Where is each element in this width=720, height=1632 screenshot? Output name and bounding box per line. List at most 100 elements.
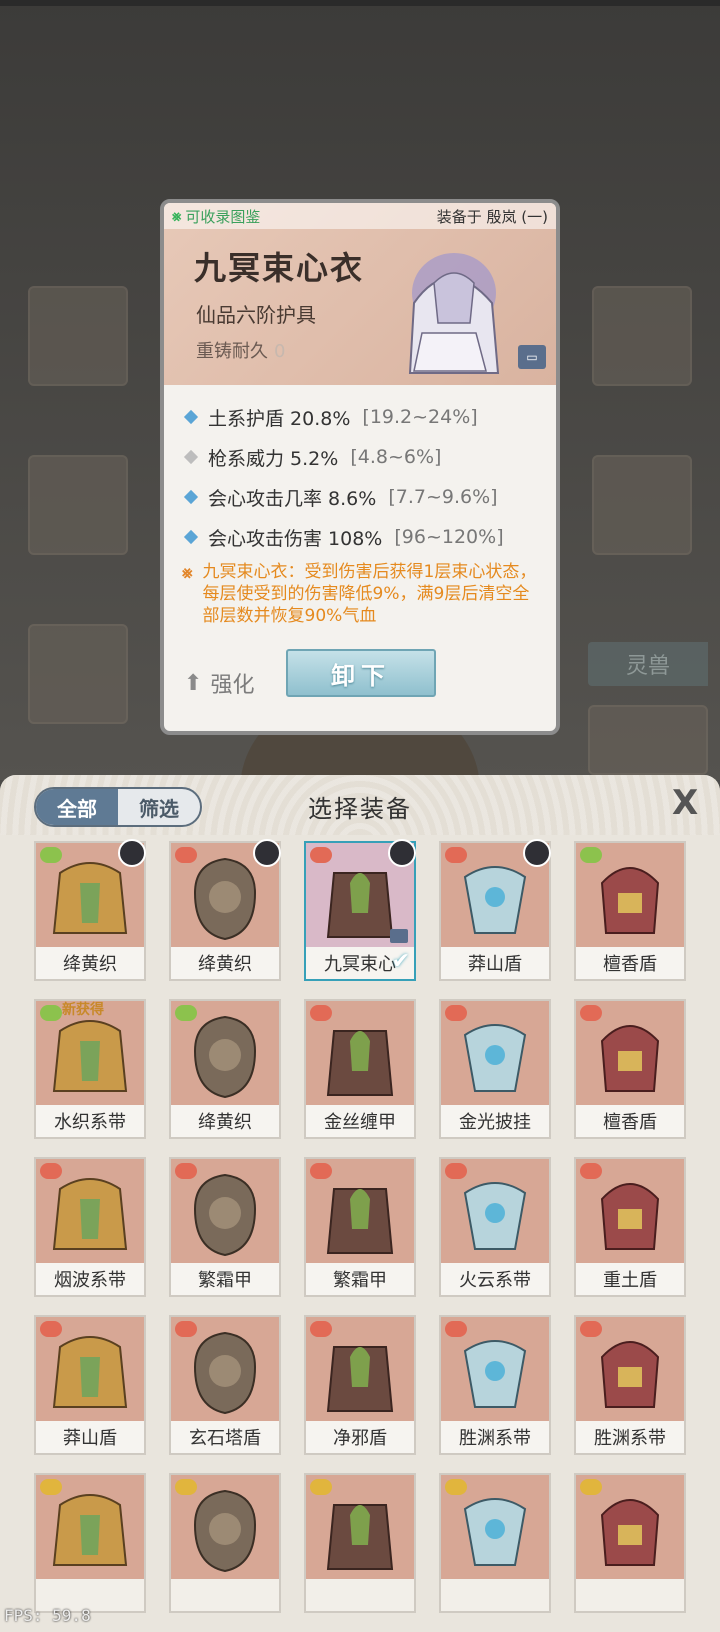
grade-chip-icon (40, 1163, 62, 1179)
equipment-slot[interactable]: 绛黄织 (169, 999, 281, 1139)
stat-range: [7.7~9.6%] (388, 486, 498, 508)
equipment-slot[interactable]: 绛黄织 (169, 839, 281, 981)
collect-label: 可收录图鉴 (185, 207, 261, 226)
equipment-slot[interactable]: 檀香盾 (574, 999, 686, 1139)
collect-icon: ⨳ (172, 207, 182, 225)
equipment-name: 火云系带 (441, 1263, 549, 1295)
stat-row: 会心攻击几率 8.6% [7.7~9.6%] (182, 477, 542, 517)
equipment-name: 胜渊系带 (576, 1421, 684, 1453)
equipment-slot[interactable]: 九冥束心 ✔ (304, 839, 416, 981)
stat-range: [96~120%] (394, 526, 504, 548)
equipment-slot[interactable]: 胜渊系带 (574, 1315, 686, 1455)
equipment-slot[interactable]: 檀香盾 (574, 841, 686, 981)
equipment-slot[interactable]: 金丝缠甲 (304, 999, 416, 1139)
equipment-name: 繁霜甲 (306, 1263, 414, 1295)
equipment-name: 莽山盾 (441, 947, 549, 979)
equipment-name: 胜渊系带 (441, 1421, 549, 1453)
grade-chip-icon (40, 847, 62, 863)
grade-chip-icon (40, 1479, 62, 1495)
new-badge: 新获得 (62, 1002, 104, 1018)
grade-chip-icon (445, 1163, 467, 1179)
grade-chip-icon (445, 1321, 467, 1337)
collectible-indicator: ⨳ 可收录图鉴 (172, 206, 260, 227)
stat-range: [19.2~24%] (362, 406, 478, 428)
close-button[interactable]: X (672, 783, 698, 823)
panel-title: 选择装备 (308, 795, 412, 823)
grade-chip-icon (445, 1479, 467, 1495)
item-detail-popup: ⨳ 可收录图鉴 装备于 殷岚 (一) 九冥束心衣 仙品六阶护具 重铸耐久 0 ▭ … (160, 199, 560, 735)
equipment-name: 金光披挂 (441, 1105, 549, 1137)
special-effect-text: 九冥束心衣：受到伤害后获得1层束心状态，每层使受到的伤害降低9%，满9层后清空全… (202, 562, 537, 626)
reforge-durability: 重铸耐久 0 (196, 337, 285, 363)
reforge-value: 0 (274, 341, 286, 362)
equipment-slot[interactable]: 玄石塔盾 (169, 1315, 281, 1455)
equipment-slot[interactable] (169, 1473, 281, 1613)
equipment-name: 绛黄织 (36, 947, 144, 979)
grade-chip-icon (175, 1321, 197, 1337)
equipment-slot[interactable]: 莽山盾 (34, 1315, 146, 1455)
stat-text: 会心攻击伤害 108% (208, 527, 383, 550)
stat-row: 会心攻击伤害 108% [96~120%] (182, 517, 542, 557)
equipment-slot[interactable]: 重土盾 (574, 1157, 686, 1297)
equipment-slot[interactable]: 火云系带 (439, 1157, 551, 1297)
equipment-slot[interactable]: 绛黄织 (34, 839, 146, 981)
chest-icon (390, 929, 408, 943)
equipment-slot[interactable]: 莽山盾 (439, 839, 551, 981)
equipment-name: 繁霜甲 (171, 1263, 279, 1295)
chest-icon[interactable]: ▭ (518, 345, 546, 369)
reforge-label: 重铸耐久 (196, 341, 268, 362)
equipment-slot[interactable]: 烟波系带 (34, 1157, 146, 1297)
grade-chip-icon (40, 1321, 62, 1337)
equipment-name: 檀香盾 (576, 947, 684, 979)
equipped-character-avatar (523, 839, 551, 867)
grade-chip-icon (580, 1005, 602, 1021)
top-bar (0, 0, 720, 6)
equipment-slot[interactable]: 净邪盾 (304, 1315, 416, 1455)
bg-equip-slot (592, 455, 692, 555)
equipment-slot[interactable] (304, 1473, 416, 1613)
popup-header: ⨳ 可收录图鉴 装备于 殷岚 (一) 九冥束心衣 仙品六阶护具 重铸耐久 0 ▭ (164, 203, 556, 385)
grade-chip-icon (175, 1163, 197, 1179)
select-equipment-panel: 全部 筛选 选择装备 X 绛黄织 绛黄织 九冥束心 ✔ 莽山盾 檀香盾 新获得 水织系带 绛黄织… (0, 775, 720, 1632)
stat-range: [4.8~6%] (350, 446, 442, 468)
unequip-button[interactable]: 卸下 (286, 649, 436, 697)
upgrade-button[interactable]: ⬆ 强化 (184, 667, 254, 699)
equipment-name: 净邪盾 (306, 1421, 414, 1453)
equipment-name: 金丝缠甲 (306, 1105, 414, 1137)
stat-text: 枪系威力 5.2% (208, 447, 339, 470)
equipment-name: 绛黄织 (171, 1105, 279, 1137)
equipment-name: 莽山盾 (36, 1421, 144, 1453)
grade-chip-icon (310, 1479, 332, 1495)
stat-diamond-icon (183, 529, 199, 545)
equipment-slot[interactable] (574, 1473, 686, 1613)
fps-counter: FPS: 59.8 (4, 1606, 91, 1625)
equipped-by-label: 装备于 殷岚 (一) (436, 207, 548, 226)
equipment-slot[interactable]: 金光披挂 (439, 999, 551, 1139)
equipment-name: 玄石塔盾 (171, 1421, 279, 1453)
equipment-slot[interactable] (439, 1473, 551, 1613)
special-effect-icon: ⨳ (182, 563, 193, 583)
grade-chip-icon (310, 847, 332, 863)
bg-equip-slot (28, 624, 128, 724)
equipped-character-avatar (388, 839, 416, 867)
grade-chip-icon (175, 847, 197, 863)
grade-chip-icon (580, 847, 602, 863)
equipment-slot[interactable]: 新获得 水织系带 (34, 999, 146, 1139)
equipment-slot[interactable]: 繁霜甲 (304, 1157, 416, 1297)
grade-chip-icon (310, 1005, 332, 1021)
spirit-beast-tab: 灵兽 (588, 642, 708, 686)
item-name: 九冥束心衣 (194, 249, 365, 287)
equipment-slot[interactable]: 胜渊系带 (439, 1315, 551, 1455)
stat-row: 枪系威力 5.2% [4.8~6%] (182, 437, 542, 477)
equipment-slot[interactable]: 繁霜甲 (169, 1157, 281, 1297)
stat-text: 会心攻击几率 8.6% (208, 487, 377, 510)
stat-row: 土系护盾 20.8% [19.2~24%] (182, 397, 542, 437)
grade-chip-icon (310, 1321, 332, 1337)
selected-check-icon: ✔ (391, 949, 410, 974)
grade-chip-icon (310, 1163, 332, 1179)
stat-diamond-icon (183, 449, 199, 465)
stat-diamond-icon (183, 489, 199, 505)
upgrade-label: 强化 (210, 673, 255, 698)
equipment-slot[interactable] (34, 1473, 146, 1613)
popup-strip: ⨳ 可收录图鉴 装备于 殷岚 (一) (164, 203, 556, 229)
